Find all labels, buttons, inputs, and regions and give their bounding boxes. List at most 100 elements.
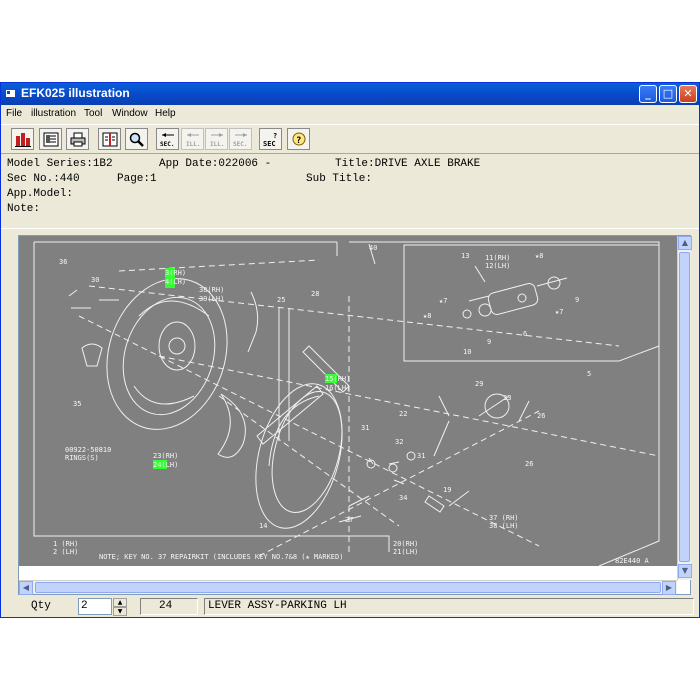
label-star-8a[interactable]: ★8	[535, 252, 543, 260]
label-part-number[interactable]: 00922-50810	[65, 446, 111, 454]
catalog-button[interactable]	[11, 128, 34, 150]
qty-decrement-icon[interactable]: ▼	[113, 607, 127, 616]
label-39-lh[interactable]: 39(LH)	[199, 295, 224, 303]
search-button[interactable]	[125, 128, 148, 150]
label-26b[interactable]: 26	[525, 460, 533, 468]
label-rings[interactable]: RINGS(S)	[65, 454, 99, 462]
toolbar: SEC. ILL. ILL. SEC. ? SEC ?	[1, 124, 699, 154]
label-19[interactable]: 19	[443, 486, 451, 494]
label-star-7b[interactable]: ★7	[555, 308, 563, 316]
menu-help[interactable]: Help	[155, 108, 176, 119]
sub-title: Sub Title:	[306, 173, 373, 185]
label-30[interactable]: 30	[91, 276, 99, 284]
section-title: Title:DRIVE AXLE BRAKE	[335, 158, 481, 170]
scroll-down-icon[interactable]: ▼	[678, 564, 692, 578]
label-31a[interactable]: 31	[361, 424, 369, 432]
illustration-viewport[interactable]: 36 30 3(RH) 4(LH) 38(RH) 39(LH) 25 28 40…	[18, 235, 692, 595]
label-14[interactable]: 14	[259, 522, 267, 530]
svg-text:ILL.: ILL.	[210, 141, 224, 148]
book-button[interactable]	[98, 128, 121, 150]
label-33[interactable]: 33	[503, 394, 511, 402]
menu-window[interactable]: Window	[112, 108, 148, 119]
section-info-panel: Model Series:1B2 App Date:022006 - Title…	[1, 155, 699, 229]
window-title: EFK025 illustration	[21, 86, 130, 100]
menu-bar: File illustration Tool Window Help	[1, 105, 699, 124]
label-34[interactable]: 34	[399, 494, 407, 502]
label-36[interactable]: 36	[59, 258, 67, 266]
help-button[interactable]: ?	[287, 128, 310, 150]
scroll-left-icon[interactable]: ◀	[19, 581, 33, 595]
label-21-lh[interactable]: 21(LH)	[393, 548, 418, 556]
exploded-parts-diagram[interactable]: 36 30 3(RH) 4(LH) 38(RH) 39(LH) 25 28 40…	[19, 236, 677, 566]
label-26a[interactable]: 26	[537, 412, 545, 420]
label-27[interactable]: 27	[345, 516, 353, 524]
label-23-rh[interactable]: 23(RH)	[153, 452, 178, 460]
svg-text:SEC.: SEC.	[233, 141, 247, 148]
label-4-lh[interactable]: 4(LH)	[165, 278, 186, 286]
sec-prev-button[interactable]: SEC.	[156, 128, 179, 150]
label-29[interactable]: 29	[475, 380, 483, 388]
label-6[interactable]: 6	[523, 330, 527, 338]
app-date: App Date:022006 -	[159, 158, 272, 170]
label-15-rh[interactable]: 15(RH)	[325, 375, 350, 383]
ill-next-icon: ILL.	[210, 133, 224, 148]
parts-list-button[interactable]	[39, 128, 62, 150]
label-16-lh[interactable]: 16(LH)	[325, 384, 350, 392]
label-28[interactable]: 28	[311, 290, 319, 298]
part-name-field: LEVER ASSY-PARKING LH	[204, 598, 694, 615]
label-24-lh[interactable]: 24(LH)	[153, 461, 178, 469]
menu-illustration[interactable]: illustration	[31, 108, 76, 119]
ill-next-button: ILL.	[205, 128, 228, 150]
menu-file[interactable]: File	[6, 108, 22, 119]
horizontal-scrollbar[interactable]: ◀ ▶	[19, 580, 677, 595]
sec-query-icon: ? SEC	[263, 132, 277, 148]
horizontal-scroll-thumb[interactable]	[35, 582, 661, 593]
label-35[interactable]: 35	[73, 400, 81, 408]
repair-kit-note: NOTE; KEY NO. 37 REPAIRKIT (INCLUDES KEY…	[99, 553, 343, 561]
qty-input[interactable]: 2	[78, 598, 112, 615]
app-icon	[6, 90, 15, 97]
scroll-up-icon[interactable]: ▲	[678, 236, 692, 250]
label-37-rh[interactable]: 37 (RH)	[489, 514, 519, 522]
app-model: App.Model:	[7, 188, 74, 200]
minimize-button[interactable]: _	[639, 85, 657, 103]
label-2-lh[interactable]: 2 (LH)	[53, 548, 78, 556]
label-9b[interactable]: 9	[487, 338, 491, 346]
search-icon	[129, 132, 144, 147]
label-5[interactable]: 5	[587, 370, 591, 378]
label-star-7a[interactable]: ★7	[439, 297, 447, 305]
scroll-right-icon[interactable]: ▶	[662, 581, 676, 595]
label-40[interactable]: 40	[369, 244, 377, 252]
vertical-scrollbar[interactable]: ▲ ▼	[677, 236, 692, 580]
menu-tool[interactable]: Tool	[84, 108, 102, 119]
sec-prev-icon: SEC.	[160, 133, 174, 148]
vertical-scroll-thumb[interactable]	[679, 252, 690, 562]
label-38-rh[interactable]: 38(RH)	[199, 286, 224, 294]
label-22[interactable]: 22	[399, 410, 407, 418]
label-star-8b[interactable]: ★8	[423, 312, 431, 320]
label-20-rh[interactable]: 20(RH)	[393, 540, 418, 548]
label-25[interactable]: 25	[277, 296, 285, 304]
label-1-rh[interactable]: 1 (RH)	[53, 540, 78, 548]
sec-no: Sec No.:440	[7, 173, 80, 185]
sec-query-button[interactable]: ? SEC	[259, 128, 282, 150]
label-9a[interactable]: 9	[575, 296, 579, 304]
label-12-lh[interactable]: 12(LH)	[485, 262, 510, 270]
maximize-button[interactable]: □	[659, 85, 677, 103]
close-button[interactable]: ✕	[679, 85, 697, 103]
print-button[interactable]	[66, 128, 89, 150]
page-number: Page:1	[117, 173, 157, 185]
label-3-rh[interactable]: 3(RH)	[165, 269, 186, 277]
qty-increment-icon[interactable]: ▲	[113, 598, 127, 607]
svg-text:ILL.: ILL.	[186, 141, 200, 148]
note-label: Note:	[7, 203, 41, 215]
label-38-lh[interactable]: 38 (LH)	[489, 522, 519, 530]
label-32[interactable]: 32	[395, 438, 403, 446]
title-bar[interactable]: EFK025 illustration _ □ ✕	[1, 83, 699, 105]
label-13[interactable]: 13	[461, 252, 469, 260]
label-31b[interactable]: 31	[417, 452, 425, 460]
sec-next-icon: SEC.	[233, 133, 247, 148]
label-11-rh[interactable]: 11(RH)	[485, 254, 510, 262]
print-icon	[70, 132, 86, 147]
label-10[interactable]: 10	[463, 348, 471, 356]
